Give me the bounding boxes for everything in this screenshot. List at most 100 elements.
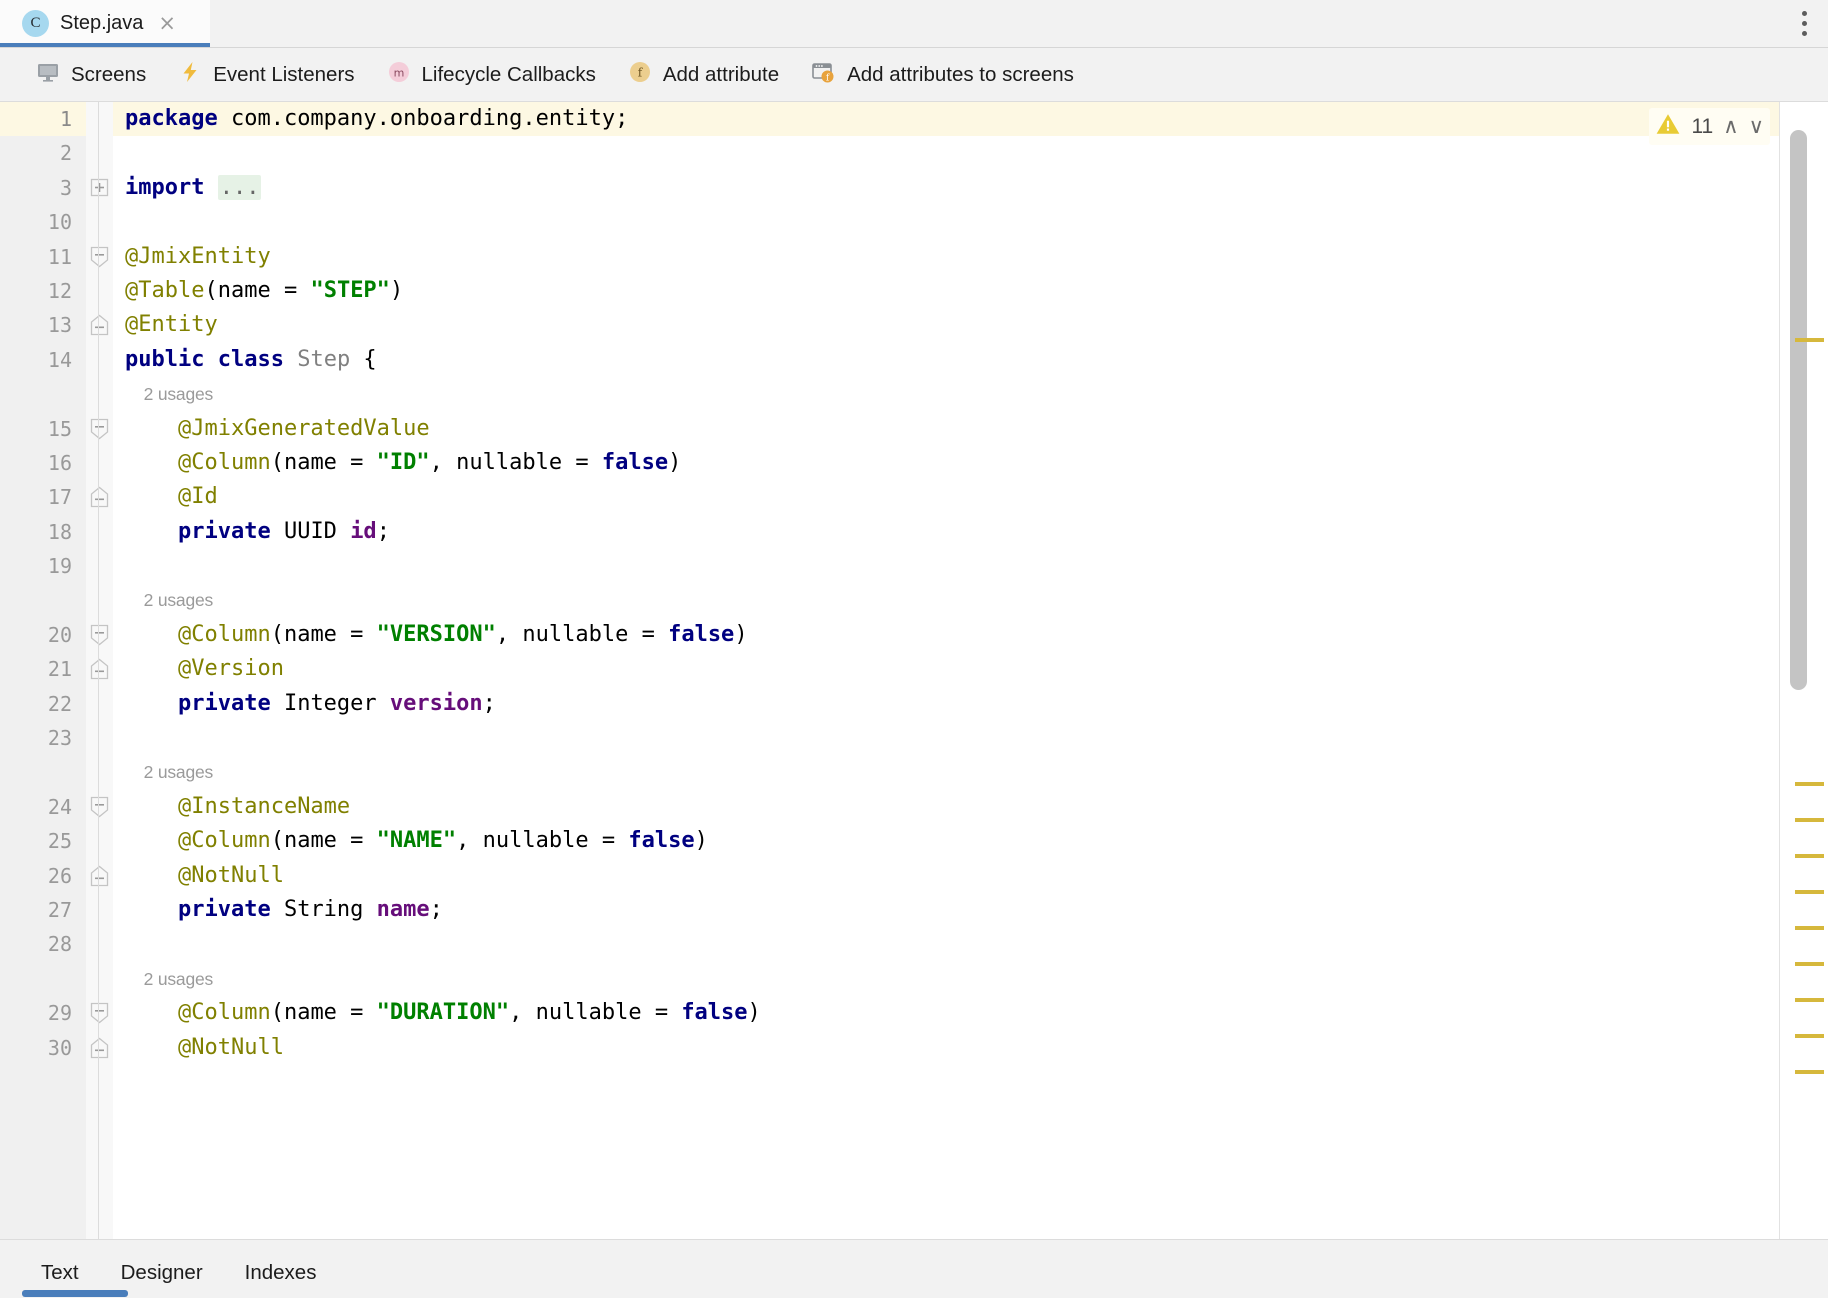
fold-collapse-end-icon[interactable] xyxy=(90,1037,109,1056)
fold-collapse-start-icon[interactable] xyxy=(90,418,109,437)
line-number-label: 15 xyxy=(48,412,72,446)
gutter-blank xyxy=(0,583,86,617)
code-token: ) xyxy=(748,1000,761,1025)
code-token: private xyxy=(178,519,271,544)
code-token: (name = xyxy=(271,450,377,475)
code-line[interactable]: @NotNull xyxy=(113,859,1828,893)
fold-collapse-end-icon[interactable] xyxy=(90,486,109,505)
editor-tab-step-java[interactable]: C Step.java × xyxy=(0,0,210,47)
java-class-icon: C xyxy=(22,10,49,37)
code-line[interactable]: @Entity xyxy=(113,308,1828,342)
fold-expand-icon[interactable] xyxy=(90,178,109,197)
warning-marker[interactable] xyxy=(1795,782,1824,786)
usages-inlay-hint[interactable]: 2 usages xyxy=(113,755,1828,789)
fold-collapse-start-icon[interactable] xyxy=(90,1002,109,1021)
warning-marker[interactable] xyxy=(1795,854,1824,858)
code-line[interactable]: @Column(name = "NAME", nullable = false) xyxy=(113,824,1828,858)
code-line[interactable]: @JmixGeneratedValue xyxy=(113,412,1828,446)
code-line[interactable]: @Id xyxy=(113,480,1828,514)
code-line[interactable] xyxy=(113,205,1828,239)
tab-bar-spacer xyxy=(210,0,1780,47)
code-line[interactable]: private String name; xyxy=(113,893,1828,927)
warning-marker[interactable] xyxy=(1795,338,1824,342)
more-options-icon[interactable] xyxy=(1780,0,1828,47)
code-line[interactable]: @InstanceName xyxy=(113,790,1828,824)
fold-collapse-start-icon[interactable] xyxy=(90,246,109,265)
code-line[interactable]: package com.company.onboarding.entity; xyxy=(113,102,1828,136)
code-line[interactable]: @Version xyxy=(113,652,1828,686)
chevron-up-icon[interactable]: ∧ xyxy=(1723,116,1738,137)
code-token xyxy=(125,484,178,509)
action-event-listeners[interactable]: Event Listeners xyxy=(162,48,370,101)
inspection-widget[interactable]: 11 ∧ ∨ xyxy=(1649,108,1770,145)
code-token xyxy=(284,347,297,372)
fold-collapse-start-icon[interactable] xyxy=(90,796,109,815)
code-line[interactable]: @Column(name = "DURATION", nullable = fa… xyxy=(113,996,1828,1030)
warning-marker[interactable] xyxy=(1795,890,1824,894)
usages-inlay-hint[interactable]: 2 usages xyxy=(113,583,1828,617)
action-add-attributes-to-screens[interactable]: f Add attributes to screens xyxy=(795,48,1090,101)
fold-slot xyxy=(86,618,113,652)
fold-collapse-end-icon[interactable] xyxy=(90,658,109,677)
code-token xyxy=(125,1000,178,1025)
code-line[interactable] xyxy=(113,927,1828,961)
code-text-area[interactable]: package com.company.onboarding.entity; i… xyxy=(113,102,1828,1239)
warning-marker[interactable] xyxy=(1795,818,1824,822)
code-token xyxy=(125,622,178,647)
line-number-label: 1 xyxy=(60,102,72,136)
code-line[interactable]: @JmixEntity xyxy=(113,240,1828,274)
horizontal-scrollbar[interactable] xyxy=(0,1289,1828,1298)
fold-slot xyxy=(86,549,113,583)
warning-marker[interactable] xyxy=(1795,1034,1824,1038)
code-line[interactable] xyxy=(113,721,1828,755)
editor-scrollbar[interactable] xyxy=(1779,102,1828,1239)
fold-collapse-end-icon[interactable] xyxy=(90,865,109,884)
close-icon[interactable]: × xyxy=(158,13,176,34)
code-line[interactable]: @Column(name = "ID", nullable = false) xyxy=(113,446,1828,480)
fold-slot xyxy=(86,755,113,789)
fold-collapse-end-icon[interactable] xyxy=(90,314,109,333)
warning-marker[interactable] xyxy=(1795,1070,1824,1074)
fold-slot xyxy=(86,446,113,480)
action-screens[interactable]: Screens xyxy=(20,48,162,101)
code-line[interactable]: private UUID id; xyxy=(113,515,1828,549)
action-add-attribute[interactable]: f Add attribute xyxy=(612,48,795,101)
line-number-gutter[interactable]: 1231011121314151617181920212223242526272… xyxy=(0,102,86,1239)
usages-inlay-hint[interactable]: 2 usages xyxy=(113,962,1828,996)
action-lifecycle-callbacks[interactable]: m Lifecycle Callbacks xyxy=(371,48,612,101)
line-number: 25 xyxy=(0,824,86,858)
code-line[interactable] xyxy=(113,136,1828,170)
fold-slot xyxy=(86,171,113,205)
line-number-label: 22 xyxy=(48,687,72,721)
tab-indexes-label: Indexes xyxy=(245,1261,317,1284)
warning-marker[interactable] xyxy=(1795,962,1824,966)
code-line[interactable]: @Column(name = "VERSION", nullable = fal… xyxy=(113,618,1828,652)
horizontal-scrollbar-thumb[interactable] xyxy=(22,1290,128,1297)
line-number-label: 30 xyxy=(48,1031,72,1065)
code-line[interactable]: public class Step { xyxy=(113,343,1828,377)
warning-marker[interactable] xyxy=(1795,998,1824,1002)
code-line[interactable]: @Table(name = "STEP") xyxy=(113,274,1828,308)
code-token xyxy=(204,175,217,200)
code-line[interactable]: @NotNull xyxy=(113,1031,1828,1065)
code-folding-gutter[interactable] xyxy=(86,102,113,1239)
fold-slot xyxy=(86,343,113,377)
gutter-blank xyxy=(0,755,86,789)
fold-collapse-start-icon[interactable] xyxy=(90,624,109,643)
editor-view-tabs: Text Designer Indexes xyxy=(0,1239,1828,1298)
code-token: { xyxy=(350,347,377,372)
current-line-highlight xyxy=(0,102,86,136)
code-line[interactable]: private Integer version; xyxy=(113,687,1828,721)
chevron-down-icon[interactable]: ∨ xyxy=(1749,116,1764,137)
line-number: 23 xyxy=(0,721,86,755)
code-line[interactable]: import ... xyxy=(113,171,1828,205)
code-editor[interactable]: 1231011121314151617181920212223242526272… xyxy=(0,102,1828,1239)
code-token xyxy=(125,450,178,475)
usages-inlay-hint[interactable]: 2 usages xyxy=(113,377,1828,411)
line-number-label: 23 xyxy=(48,721,72,755)
code-token: ; xyxy=(377,519,390,544)
scrollbar-thumb[interactable] xyxy=(1790,130,1807,690)
warning-marker[interactable] xyxy=(1795,926,1824,930)
code-line[interactable] xyxy=(113,549,1828,583)
code-token: , nullable = xyxy=(496,622,668,647)
